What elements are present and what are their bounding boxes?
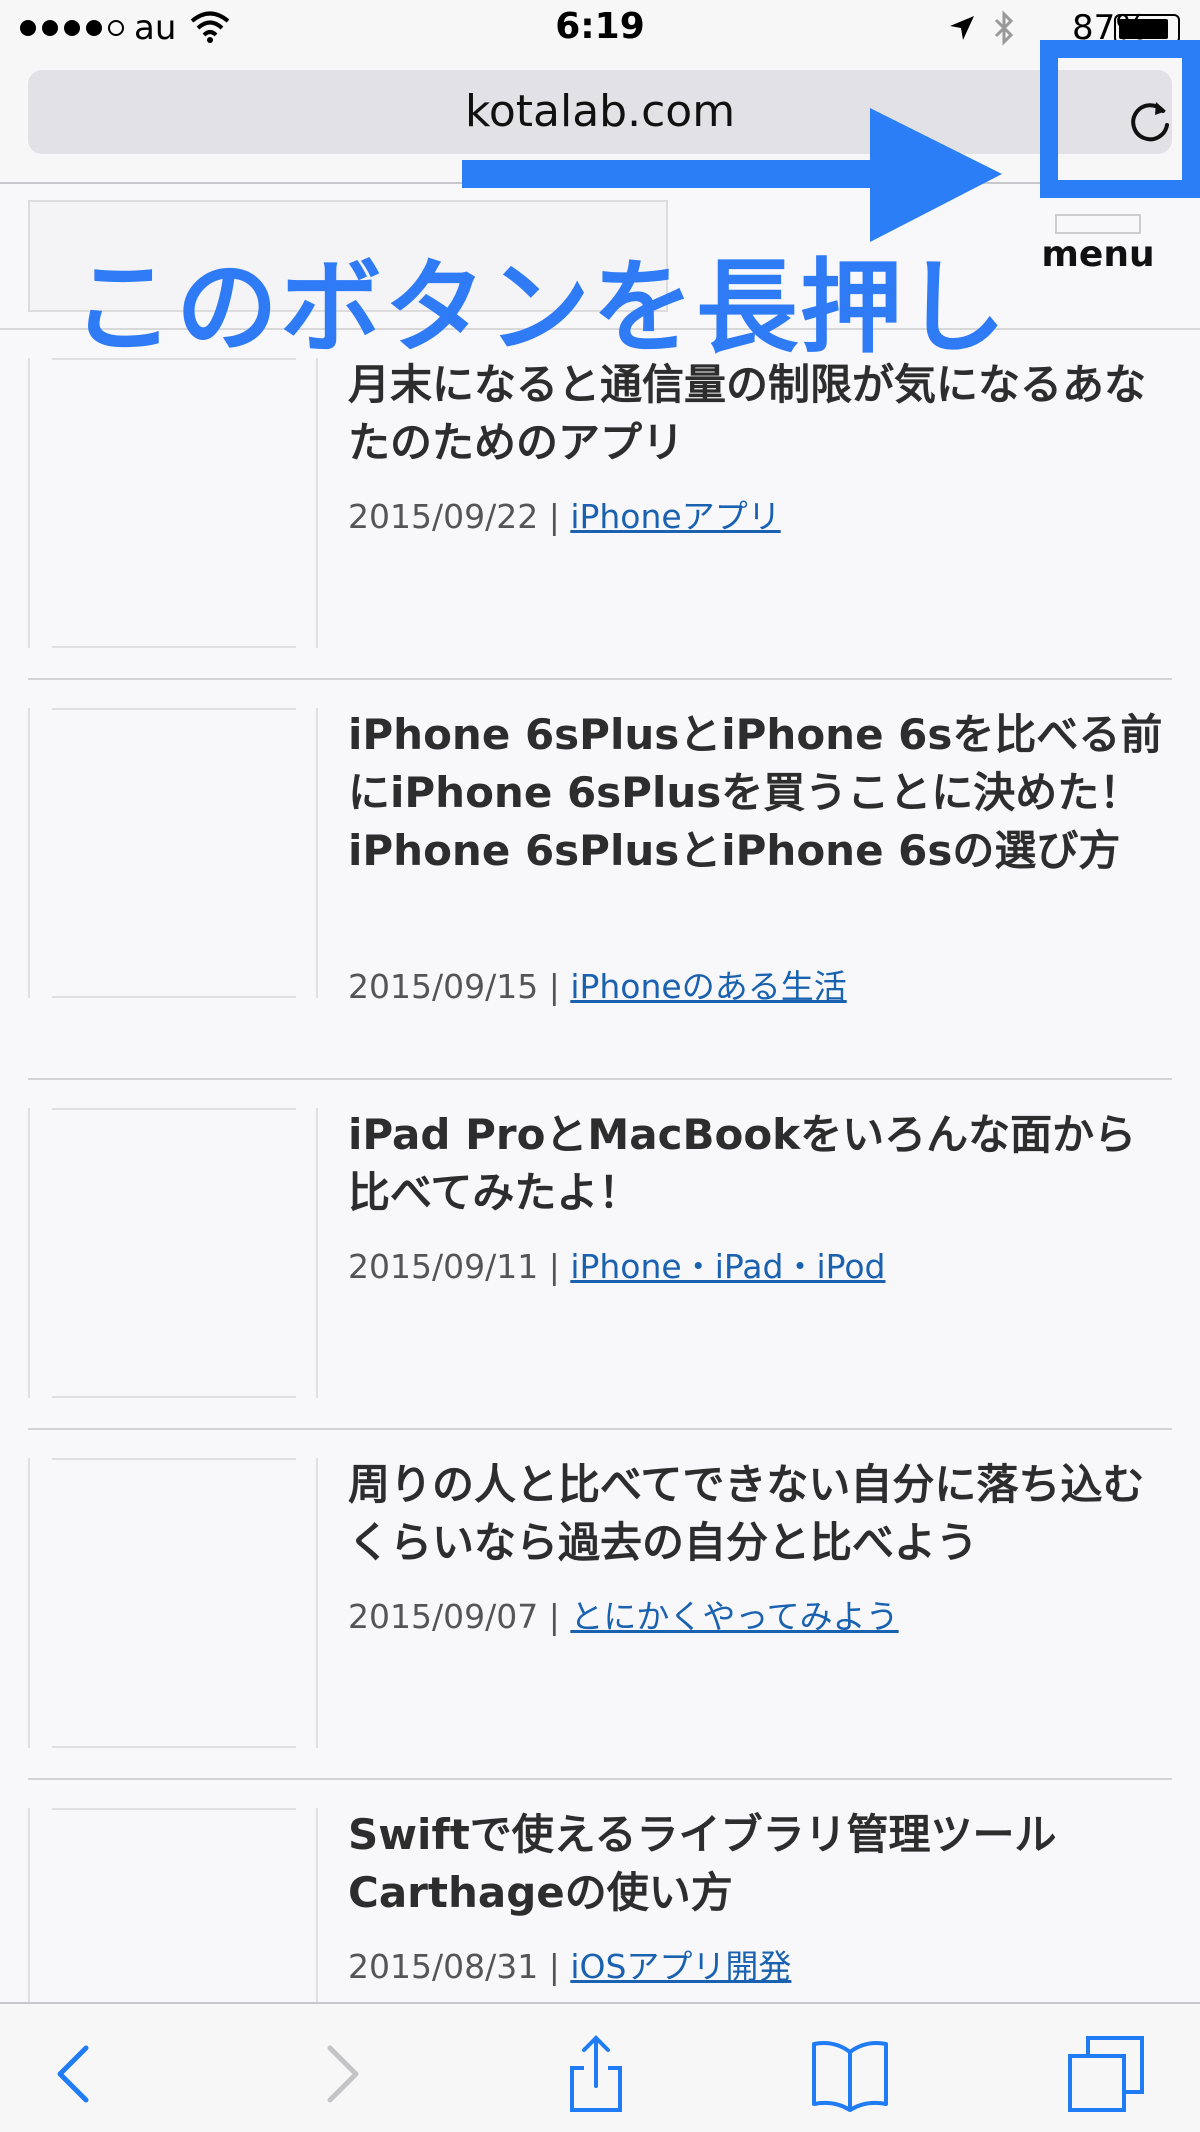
share-icon[interactable] [556,2034,636,2114]
article-title[interactable]: Swiftで使えるライブラリ管理ツールCarthageの使い方 [348,1806,1178,1922]
clock: 6:19 [555,6,645,47]
forward-icon[interactable] [300,2034,380,2114]
meta-separator: | [538,1247,571,1286]
status-bar: au 6:19 87% [0,0,1200,60]
menu-button[interactable]: menu [1038,234,1158,275]
article-thumbnail[interactable] [28,358,318,648]
bluetooth-icon [994,10,1014,46]
article-item[interactable]: iPad ProとMacBookをいろんな面から比べてみたよ！ 2015/09/… [28,1080,1172,1430]
article-category-link[interactable]: iOSアプリ開発 [570,1947,791,1986]
meta-separator: | [538,1597,571,1636]
tabs-icon[interactable] [1066,2034,1146,2114]
bookmarks-icon[interactable] [810,2034,890,2114]
menu-icon[interactable] [1055,214,1141,234]
article-thumbnail[interactable] [28,1108,318,1398]
article-date: 2015/09/11 [348,1247,539,1286]
article-title[interactable]: iPad ProとMacBookをいろんな面から比べてみたよ！ [348,1106,1178,1222]
annotation-arrow-icon [462,108,1002,242]
article-title[interactable]: 周りの人と比べてできない自分に落ち込むくらいなら過去の自分と比べよう [348,1456,1178,1572]
article-category-link[interactable]: iPhoneアプリ [570,497,780,536]
article-date: 2015/08/31 [348,1947,539,1986]
meta-separator: | [538,497,571,536]
article-item[interactable]: 月末になると通信量の制限が気になるあなたのためのアプリ 2015/09/22 |… [28,330,1172,680]
article-meta: 2015/09/15 | iPhoneのある生活 [348,960,847,1008]
article-category-link[interactable]: iPhone・iPad・iPod [570,1247,885,1286]
article-item[interactable]: iPhone 6sPlusとiPhone 6sを比べる前にiPhone 6sPl… [28,680,1172,1080]
annotation-highlight-box [1040,40,1200,198]
location-arrow-icon [950,16,974,40]
article-title[interactable]: iPhone 6sPlusとiPhone 6sを比べる前にiPhone 6sPl… [348,706,1178,880]
annotation-text: このボタンを長押し [72,249,1008,368]
article-item[interactable]: 周りの人と比べてできない自分に落ち込むくらいなら過去の自分と比べよう 2015/… [28,1430,1172,1780]
article-title[interactable]: 月末になると通信量の制限が気になるあなたのためのアプリ [348,356,1178,472]
meta-separator: | [538,967,571,1006]
article-meta: 2015/09/11 | iPhone・iPad・iPod [348,1240,886,1288]
article-date: 2015/09/07 [348,1597,539,1636]
article-meta: 2015/09/07 | とにかくやってみよう [348,1590,899,1638]
battery-level [1119,19,1168,39]
article-thumbnail[interactable] [28,1458,318,1748]
article-date: 2015/09/15 [348,967,539,1006]
safari-page: au 6:19 87% kotalab.com menu 月末になると通信量の制… [0,0,1200,2132]
article-category-link[interactable]: iPhoneのある生活 [570,967,846,1006]
article-thumbnail[interactable] [28,708,318,998]
article-meta: 2015/09/22 | iPhoneアプリ [348,490,781,538]
article-date: 2015/09/22 [348,497,539,536]
article-category-link[interactable]: とにかくやってみよう [570,1597,898,1636]
bottom-toolbar [0,2002,1200,2132]
back-icon[interactable] [36,2034,116,2114]
article-meta: 2015/08/31 | iOSアプリ開発 [348,1940,791,1988]
meta-separator: | [538,1947,571,1986]
